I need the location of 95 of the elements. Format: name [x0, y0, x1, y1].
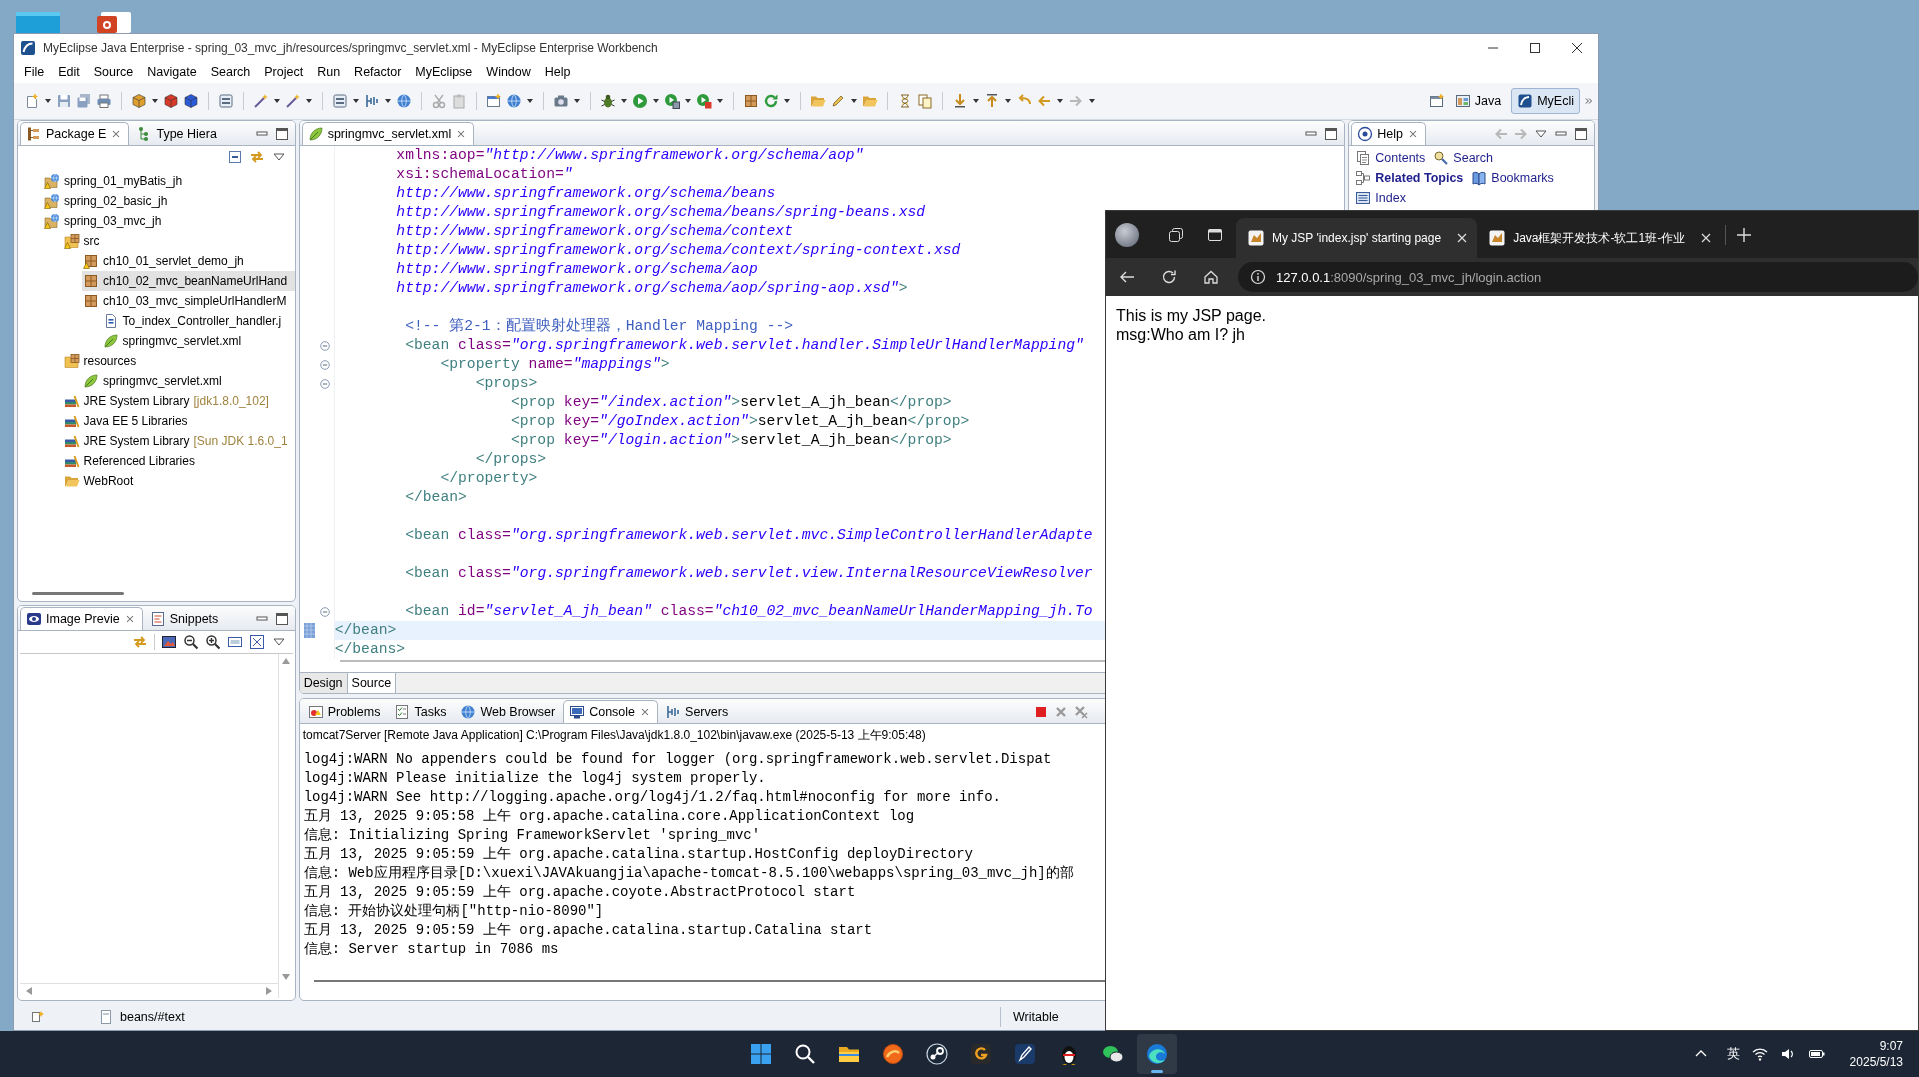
tree-item[interactable]: resources: [62, 351, 295, 371]
address-bar[interactable]: 127.0.0.1:8090/spring_03_mvc_jh/login.action: [1238, 262, 1918, 292]
help-link[interactable]: Related Topics: [1355, 168, 1464, 188]
tree-item[interactable]: springmvc_servlet.xml: [101, 331, 295, 351]
browser-tab[interactable]: Java框架开发技术-软工1班-作业: [1477, 218, 1722, 258]
tree-item[interactable]: ch10_01_servlet_demo_jh: [82, 251, 295, 271]
code-line: </bean>: [334, 621, 397, 640]
menu-item[interactable]: Project: [257, 65, 311, 79]
tree-item[interactable]: Referenced Libraries: [62, 451, 295, 471]
code-line: <bean id="servlet_A_jh_bean" class="ch10_02_mvc_beanNameUrlHanderMapping_jh.To: [404, 602, 1093, 621]
tab[interactable]: Tasks: [388, 700, 454, 723]
console-line: 信息: 开始协议处理句柄["http-nio-8090"]: [303, 902, 605, 921]
console-line: 五月 13, 2025 9:05:59 上午 org.apache.catalina.startup.HostConfig deployDirectory: [303, 845, 974, 864]
code-line: <bean class="org.springframework.web.servlet.mvc.SimpleControllerHandlerAdapte: [404, 526, 1093, 545]
library-version: [Sun JDK 1.6.0_1: [193, 434, 288, 448]
tree-item[interactable]: JRE System Library [jdk1.8.0_102]: [62, 391, 295, 411]
console-line: 五月 13, 2025 9:05:59 上午 org.apache.catalina.startup.Catalina start: [303, 921, 874, 940]
input-method-indicator[interactable]: 英: [1726, 1045, 1740, 1063]
help-link[interactable]: Search: [1433, 148, 1493, 168]
tab[interactable]: Image Previe: [20, 607, 143, 630]
console-line: log4j:WARN No appenders could be found for logger (org.springframework.web.servlet.Dispat: [303, 750, 1053, 769]
code-line: http://www.springframework.org/schema/aop: [395, 260, 758, 279]
code-line: http://www.springframework.org/schema/aop/spring-aop.xsd">: [395, 279, 908, 298]
tree-item[interactable]: ch10_02_mvc_beanNameUrlHand: [82, 271, 295, 291]
tab[interactable]: Servers: [659, 700, 736, 723]
code-line: <props>: [474, 374, 538, 393]
tree-item[interactable]: WebRoot: [62, 471, 295, 491]
menu-item[interactable]: Source: [86, 65, 141, 79]
tree-item[interactable]: To_index_Controller_handler.j: [101, 311, 295, 331]
tree-item[interactable]: ch10_03_mvc_simpleUrlHandlerM: [82, 291, 295, 311]
clock-date[interactable]: 2025/5/13: [1849, 1054, 1903, 1070]
tab[interactable]: springmvc_servlet.xml: [301, 122, 475, 145]
library-version: [jdk1.8.0_102]: [193, 394, 269, 408]
code-line: xmlns:aop="http://www.springframework.org/schema/aop": [395, 146, 864, 165]
code-line: <prop key="/index.action">servlet_A_jh_bean</prop>: [509, 393, 952, 412]
code-line: http://www.springframework.org/schema/context: [395, 222, 793, 241]
console-line: 信息: Web应用程序目录[D:\xuexi\JAVAkuangjia\apache-tomcat-8.5.100\webapps\spring_03_mvc_jh]的部: [303, 864, 1075, 883]
code-line: <!-- 第2-1：配置映射处理器，Handler Mapping -->: [404, 317, 794, 336]
tab[interactable]: Design: [299, 673, 348, 693]
code-line: </beans>: [334, 640, 406, 659]
page-text: This is my JSP page.: [1116, 306, 1266, 325]
code-line: </props>: [474, 450, 547, 469]
console-line: log4j:WARN See http://logging.apache.org/log4j/1.2/faq.html#noconfig for more info.: [303, 788, 1002, 807]
tree-item[interactable]: Java EE 5 Libraries: [62, 411, 295, 431]
code-line: <property name="mappings">: [439, 355, 670, 374]
perspective-button[interactable]: Java: [1448, 88, 1508, 114]
tree-item[interactable]: spring_02_basic_jh: [43, 191, 295, 211]
tab[interactable]: Problems: [301, 700, 388, 723]
menu-item[interactable]: File: [17, 65, 52, 79]
menu-item[interactable]: Refactor: [347, 65, 409, 79]
help-link[interactable]: Bookmarks: [1471, 168, 1554, 188]
menu-item[interactable]: Run: [310, 65, 348, 79]
code-line: http://www.springframework.org/schema/beans/spring-beans.xsd: [395, 203, 926, 222]
code-line: <bean class="org.springframework.web.servlet.view.InternalResourceViewResolver: [404, 564, 1093, 583]
tree-item[interactable]: spring_03_mvc_jh: [43, 211, 295, 231]
menu-item[interactable]: Search: [203, 65, 258, 79]
menu-item[interactable]: MyEclipse: [408, 65, 480, 79]
tab[interactable]: Type Hiera: [130, 122, 224, 145]
console-title: tomcat7Server [Remote Java Application] C:\Program Files\Java\jdk1.8.0_102\bin\javaw.exe (2025-5-13 上午9:05:48): [301, 727, 927, 744]
status-path: beans/#text: [120, 1010, 185, 1024]
console-line: 信息: Server startup in 7086 ms: [303, 940, 560, 959]
menu-item[interactable]: Help: [537, 65, 578, 79]
tree-item[interactable]: src: [62, 231, 295, 251]
menu-item[interactable]: Edit: [51, 65, 87, 79]
tree-item[interactable]: JRE System Library [Sun JDK 1.6.0_1: [62, 431, 295, 451]
tree-item[interactable]: springmvc_servlet.xml: [82, 371, 295, 391]
window-title: MyEclipse Java Enterprise - spring_03_mvc_jh/resources/springmvc_servlet.xml - MyEclipse Enterprise Workbench: [43, 40, 658, 55]
tab[interactable]: Package E: [20, 122, 130, 145]
console-line: 信息: Initializing Spring FrameworkServlet 'spring_mvc': [303, 826, 762, 845]
menu-item[interactable]: Navigate: [140, 65, 204, 79]
page-text: msg:Who am I? jh: [1116, 325, 1245, 344]
tree-item[interactable]: spring_01_myBatis_jh: [43, 171, 295, 191]
help-link[interactable]: Index: [1355, 188, 1406, 208]
help-link[interactable]: Contents: [1355, 148, 1426, 168]
perspective-button[interactable]: MyEcli: [1511, 88, 1580, 114]
status-mode: Writable: [1012, 1010, 1060, 1024]
browser-tab[interactable]: My JSP 'index.jsp' starting page: [1236, 218, 1478, 258]
console-line: 五月 13, 2025 9:05:58 上午 org.apache.catalina.core.ApplicationContext log: [303, 807, 916, 826]
console-line: log4j:WARN Please initialize the log4j system properly.: [303, 769, 767, 788]
tab[interactable]: Help: [1351, 122, 1427, 145]
menu-item[interactable]: Window: [479, 65, 538, 79]
code-line: </property>: [439, 469, 538, 488]
code-line: <prop key="/login.action">servlet_A_jh_bean</prop>: [509, 431, 952, 450]
code-line: http://www.springframework.org/schema/context/spring-context.xsd: [395, 241, 961, 260]
code-line: </bean>: [404, 488, 467, 507]
console-line: 五月 13, 2025 9:05:59 上午 org.apache.coyote.AbstractProtocol start: [303, 883, 857, 902]
tab[interactable]: Console: [563, 700, 659, 723]
code-line: <prop key="/goIndex.action">servlet_A_jh_bean</prop>: [509, 412, 970, 431]
tab[interactable]: Snippets: [143, 607, 226, 630]
code-line: xsi:schemaLocation=": [395, 165, 573, 184]
tab[interactable]: Source: [347, 673, 397, 693]
code-line: <bean class="org.springframework.web.servlet.handler.SimpleUrlHandlerMapping": [404, 336, 1084, 355]
tab[interactable]: Web Browser: [454, 700, 563, 723]
clock-time[interactable]: 9:07: [1879, 1038, 1903, 1054]
code-line: http://www.springframework.org/schema/beans: [395, 184, 776, 203]
